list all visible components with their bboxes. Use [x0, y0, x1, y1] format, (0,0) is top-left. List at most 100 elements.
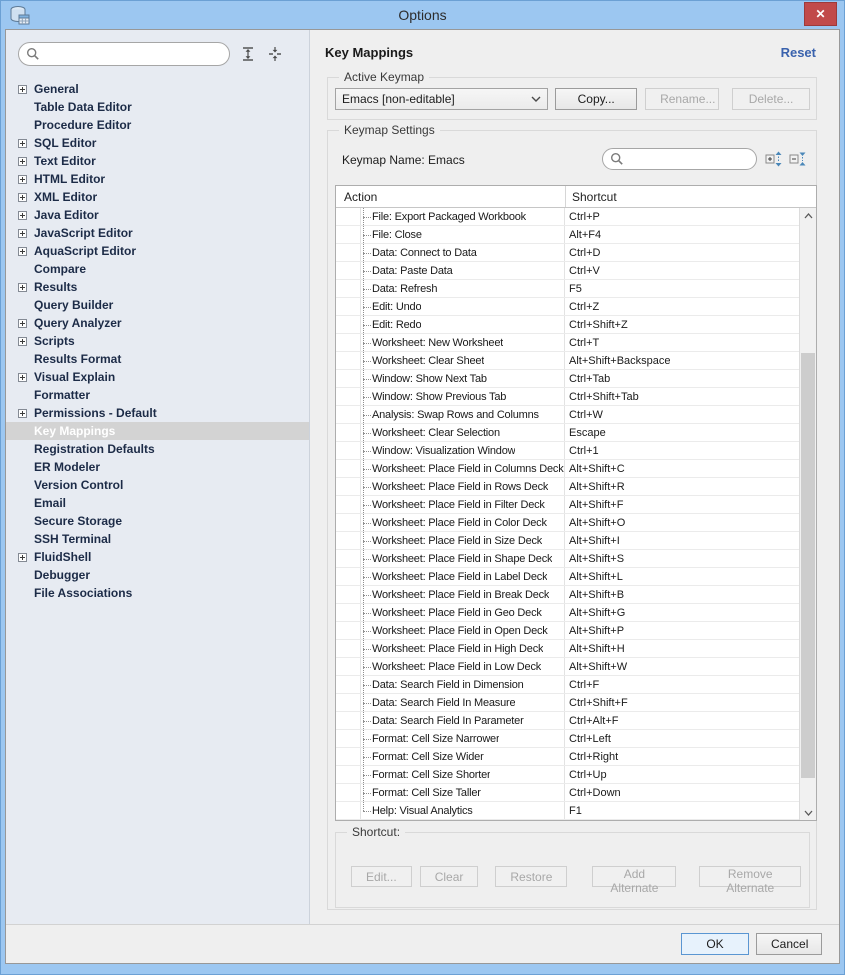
- sidebar-item-formatter[interactable]: Formatter: [6, 386, 309, 404]
- expand-rows-icon[interactable]: [239, 45, 257, 63]
- copy-button[interactable]: Copy...: [555, 88, 638, 110]
- table-row[interactable]: Worksheet: Clear Sheet Alt+Shift+Backspac…: [336, 352, 799, 370]
- table-row[interactable]: Worksheet: Place Field in Rows Deck Alt+S…: [336, 478, 799, 496]
- tree-expand-plus-icon[interactable]: [18, 174, 27, 184]
- expand-all-icon[interactable]: [765, 150, 783, 168]
- tree-expand-plus-icon[interactable]: [18, 318, 27, 328]
- sidebar-item-javascript-editor[interactable]: JavaScript Editor: [6, 224, 309, 242]
- table-row[interactable]: Worksheet: Place Field in Open Deck Alt+S…: [336, 622, 799, 640]
- table-row[interactable]: Window: Show Previous Tab Ctrl+Shift+Tab: [336, 388, 799, 406]
- sidebar-item-text-editor[interactable]: Text Editor: [6, 152, 309, 170]
- table-row[interactable]: Data: Search Field In Measure Ctrl+Shift+…: [336, 694, 799, 712]
- sidebar-item-key-mappings[interactable]: Key Mappings: [6, 422, 309, 440]
- table-row[interactable]: File: Export Packaged Workbook Ctrl+P: [336, 208, 799, 226]
- reset-link[interactable]: Reset: [781, 45, 816, 60]
- table-row[interactable]: Worksheet: Place Field in Shape Deck Alt+…: [336, 550, 799, 568]
- sidebar-item-procedure-editor[interactable]: Procedure Editor: [6, 116, 309, 134]
- remove-alternate-button[interactable]: Remove Alternate: [699, 866, 801, 895]
- sidebar-item-ssh-terminal[interactable]: SSH Terminal: [6, 530, 309, 548]
- keymap-dropdown[interactable]: Emacs [non-editable]: [335, 88, 549, 110]
- sidebar-item-query-builder[interactable]: Query Builder: [6, 296, 309, 314]
- table-row[interactable]: Worksheet: Place Field in Filter Deck Alt…: [336, 496, 799, 514]
- edit-button[interactable]: Edit...: [351, 866, 412, 887]
- sidebar-item-java-editor[interactable]: Java Editor: [6, 206, 309, 224]
- column-header-shortcut[interactable]: Shortcut: [566, 186, 816, 207]
- table-row[interactable]: Worksheet: Place Field in Size Deck Alt+S…: [336, 532, 799, 550]
- vertical-scrollbar[interactable]: [799, 208, 816, 820]
- table-row[interactable]: Window: Show Next Tab Ctrl+Tab: [336, 370, 799, 388]
- table-row[interactable]: Format: Cell Size Taller Ctrl+Down: [336, 784, 799, 802]
- tree-expand-plus-icon[interactable]: [18, 552, 27, 562]
- table-row[interactable]: Data: Search Field In Parameter Ctrl+Alt+…: [336, 712, 799, 730]
- sidebar-item-query-analyzer[interactable]: Query Analyzer: [6, 314, 309, 332]
- close-button[interactable]: ✕: [804, 2, 837, 26]
- table-row[interactable]: Worksheet: Place Field in Break Deck Alt+…: [336, 586, 799, 604]
- table-row[interactable]: Worksheet: Place Field in Low Deck Alt+Sh…: [336, 658, 799, 676]
- column-header-action[interactable]: Action: [336, 186, 566, 207]
- table-row[interactable]: Analysis: Swap Rows and Columns Ctrl+W: [336, 406, 799, 424]
- table-row[interactable]: Format: Cell Size Wider Ctrl+Right: [336, 748, 799, 766]
- cancel-button[interactable]: Cancel: [756, 933, 822, 955]
- sidebar-item-secure-storage[interactable]: Secure Storage: [6, 512, 309, 530]
- sidebar-item-html-editor[interactable]: HTML Editor: [6, 170, 309, 188]
- sidebar-item-aquascript-editor[interactable]: AquaScript Editor: [6, 242, 309, 260]
- tree-expand-plus-icon[interactable]: [18, 372, 27, 382]
- sidebar-item-file-associations[interactable]: File Associations: [6, 584, 309, 602]
- tree-expand-plus-icon[interactable]: [18, 156, 27, 166]
- tree-expand-plus-icon[interactable]: [18, 336, 27, 346]
- sidebar-item-xml-editor[interactable]: XML Editor: [6, 188, 309, 206]
- tree-expand-plus-icon[interactable]: [18, 84, 27, 94]
- tree-expand-plus-icon[interactable]: [18, 210, 27, 220]
- restore-button[interactable]: Restore: [495, 866, 568, 887]
- table-row[interactable]: Worksheet: Place Field in High Deck Alt+S…: [336, 640, 799, 658]
- sidebar-item-results-format[interactable]: Results Format: [6, 350, 309, 368]
- clear-button[interactable]: Clear: [419, 866, 479, 887]
- scrollbar-up-icon[interactable]: [800, 208, 816, 223]
- tree-expand-plus-icon[interactable]: [18, 192, 27, 202]
- table-row[interactable]: Format: Cell Size Shorter Ctrl+Up: [336, 766, 799, 784]
- table-row[interactable]: Worksheet: New Worksheet Ctrl+T: [336, 334, 799, 352]
- scrollbar-down-icon[interactable]: [800, 805, 816, 820]
- sidebar-item-results[interactable]: Results: [6, 278, 309, 296]
- sidebar-search-input[interactable]: [40, 47, 229, 61]
- scrollbar-thumb[interactable]: [801, 353, 815, 778]
- tree-expand-plus-icon[interactable]: [18, 408, 27, 418]
- ok-button[interactable]: OK: [681, 933, 749, 955]
- tree-expand-plus-icon[interactable]: [18, 246, 27, 256]
- add-alternate-button[interactable]: Add Alternate: [592, 866, 677, 895]
- sidebar-item-sql-editor[interactable]: SQL Editor: [6, 134, 309, 152]
- table-row[interactable]: Worksheet: Place Field in Columns Deck Al…: [336, 460, 799, 478]
- tree-expand-plus-icon[interactable]: [18, 282, 27, 292]
- sidebar-search-box[interactable]: [18, 42, 230, 66]
- table-row[interactable]: File: Close Alt+F4: [336, 226, 799, 244]
- sidebar-item-scripts[interactable]: Scripts: [6, 332, 309, 350]
- sidebar-item-registration-defaults[interactable]: Registration Defaults: [6, 440, 309, 458]
- tree-expand-plus-icon[interactable]: [18, 228, 27, 238]
- table-row[interactable]: Edit: Redo Ctrl+Shift+Z: [336, 316, 799, 334]
- sidebar-item-er-modeler[interactable]: ER Modeler: [6, 458, 309, 476]
- rename-button[interactable]: Rename...: [645, 88, 720, 110]
- table-row[interactable]: Data: Paste Data Ctrl+V: [336, 262, 799, 280]
- sidebar-item-permissions-default[interactable]: Permissions - Default: [6, 404, 309, 422]
- table-row[interactable]: Worksheet: Place Field in Color Deck Alt+…: [336, 514, 799, 532]
- sidebar-item-visual-explain[interactable]: Visual Explain: [6, 368, 309, 386]
- sidebar-item-debugger[interactable]: Debugger: [6, 566, 309, 584]
- table-row[interactable]: Help: Visual Analytics F1: [336, 802, 799, 820]
- sidebar-item-version-control[interactable]: Version Control: [6, 476, 309, 494]
- table-row[interactable]: Edit: Undo Ctrl+Z: [336, 298, 799, 316]
- sidebar-item-compare[interactable]: Compare: [6, 260, 309, 278]
- table-row[interactable]: Data: Refresh F5: [336, 280, 799, 298]
- sidebar-item-email[interactable]: Email: [6, 494, 309, 512]
- tree-expand-plus-icon[interactable]: [18, 138, 27, 148]
- sidebar-item-table-data-editor[interactable]: Table Data Editor: [6, 98, 309, 116]
- table-row[interactable]: Worksheet: Place Field in Label Deck Alt+…: [336, 568, 799, 586]
- table-row[interactable]: Data: Connect to Data Ctrl+D: [336, 244, 799, 262]
- table-row[interactable]: Worksheet: Clear Selection Escape: [336, 424, 799, 442]
- delete-button[interactable]: Delete...: [732, 88, 810, 110]
- collapse-rows-icon[interactable]: [266, 45, 284, 63]
- table-row[interactable]: Worksheet: Place Field in Geo Deck Alt+Sh…: [336, 604, 799, 622]
- table-row[interactable]: Window: Visualization Window Ctrl+1: [336, 442, 799, 460]
- table-row[interactable]: Data: Search Field in Dimension Ctrl+F: [336, 676, 799, 694]
- keymap-search-box[interactable]: [602, 148, 789, 170]
- table-row[interactable]: Format: Cell Size Narrower Ctrl+Left: [336, 730, 799, 748]
